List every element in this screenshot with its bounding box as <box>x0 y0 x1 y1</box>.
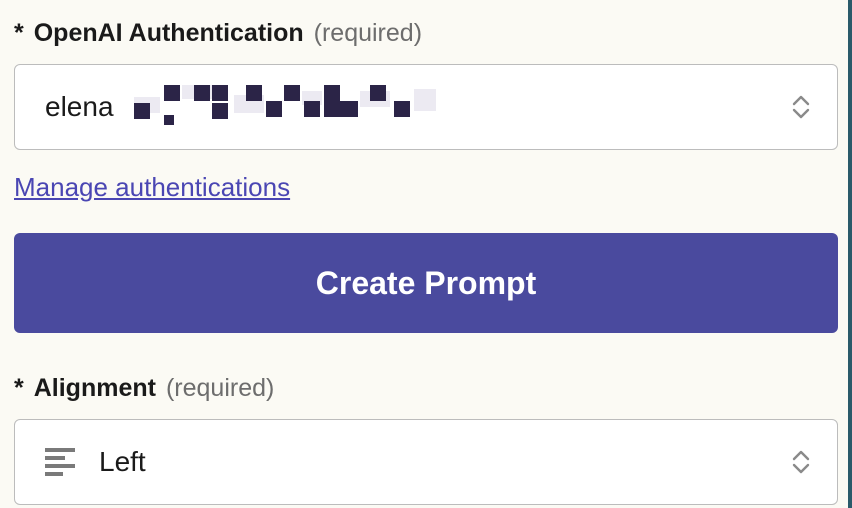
alignment-required-text: (required) <box>166 373 274 403</box>
auth-select[interactable]: elena <box>14 64 838 150</box>
auth-required-text: (required) <box>314 18 422 48</box>
auth-label-text: OpenAI Authentication <box>34 18 304 48</box>
align-left-icon <box>45 448 75 476</box>
auth-selected-value: elena <box>45 91 114 123</box>
alignment-field-label: * Alignment (required) <box>14 373 838 403</box>
alignment-selected-value: Left <box>99 446 146 478</box>
alignment-select[interactable]: Left <box>14 419 838 505</box>
redacted-mask <box>134 85 444 129</box>
chevron-up-down-icon <box>791 95 811 119</box>
chevron-up-down-icon <box>791 450 811 474</box>
manage-authentications-link[interactable]: Manage authentications <box>14 172 290 203</box>
required-marker: * <box>14 373 24 403</box>
auth-field-label: * OpenAI Authentication (required) <box>14 18 838 48</box>
required-marker: * <box>14 18 24 48</box>
create-prompt-button[interactable]: Create Prompt <box>14 233 838 333</box>
alignment-label-text: Alignment <box>34 373 156 403</box>
panel-right-border <box>848 0 852 508</box>
